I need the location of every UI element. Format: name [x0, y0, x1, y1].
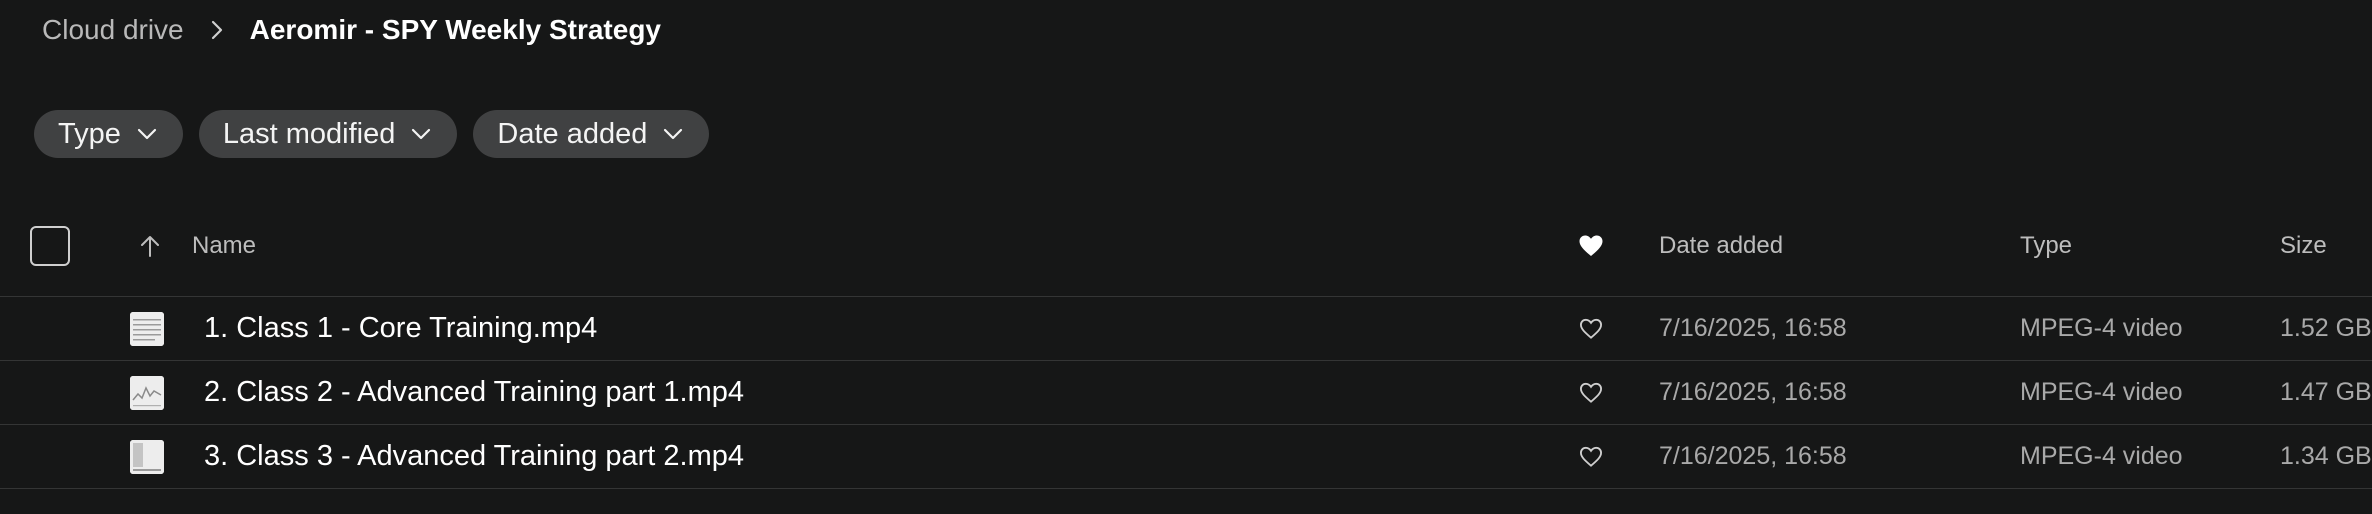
file-size: 1.34 GB: [2280, 442, 2372, 470]
file-type: MPEG-4 video: [2020, 378, 2183, 406]
select-all-checkbox[interactable]: [30, 226, 70, 266]
file-date-added: 7/16/2025, 16:58: [1659, 442, 1847, 470]
heart-filled-icon[interactable]: [1578, 196, 1604, 296]
file-thumbnail: [130, 361, 164, 424]
heart-outline-icon[interactable]: [1579, 425, 1603, 488]
file-thumbnail: [130, 425, 164, 488]
file-type: MPEG-4 video: [2020, 442, 2183, 470]
breadcrumb: Cloud drive Aeromir - SPY Weekly Strateg…: [42, 8, 661, 52]
file-thumbnail: [130, 297, 164, 360]
chevron-down-icon: [663, 128, 683, 140]
heart-outline-icon[interactable]: [1579, 297, 1603, 360]
breadcrumb-current-folder: Aeromir - SPY Weekly Strategy: [249, 14, 661, 45]
chevron-right-icon: [206, 19, 228, 41]
filter-date-added-button[interactable]: Date added: [473, 110, 710, 158]
file-name[interactable]: 2. Class 2 - Advanced Training part 1.mp…: [204, 361, 744, 424]
chevron-down-icon: [411, 128, 431, 140]
file-date-added: 7/16/2025, 16:58: [1659, 378, 1847, 406]
table-row[interactable]: 3. Class 3 - Advanced Training part 2.mp…: [0, 425, 2372, 489]
cloud-drive-page: Cloud drive Aeromir - SPY Weekly Strateg…: [0, 0, 2372, 514]
column-header-size[interactable]: Size: [2280, 196, 2327, 296]
video-thumbnail-icon: [130, 375, 164, 410]
file-size: 1.47 GB: [2280, 378, 2372, 406]
column-header-name[interactable]: Name: [192, 196, 256, 296]
video-thumbnail-icon: [130, 439, 164, 474]
video-thumbnail-icon: [130, 311, 164, 346]
select-all-cell: [30, 196, 70, 296]
arrow-up-icon[interactable]: [139, 196, 161, 296]
breadcrumb-cloud-drive[interactable]: Cloud drive: [42, 14, 184, 46]
file-name[interactable]: 1. Class 1 - Core Training.mp4: [204, 297, 597, 360]
table-header: Name Date added Type Size: [0, 196, 2372, 297]
filter-last-modified-button[interactable]: Last modified: [198, 110, 458, 158]
file-date-added: 7/16/2025, 16:58: [1659, 314, 1847, 342]
file-table: Name Date added Type Size 1. Class 1 - C…: [0, 196, 2372, 489]
table-row[interactable]: 2. Class 2 - Advanced Training part 1.mp…: [0, 361, 2372, 425]
file-name[interactable]: 3. Class 3 - Advanced Training part 2.mp…: [204, 425, 744, 488]
filter-type-button[interactable]: Type: [34, 110, 183, 158]
filter-bar: Type Last modified Date added: [34, 110, 710, 158]
file-size: 1.52 GB: [2280, 314, 2372, 342]
filter-date-added-label: Date added: [497, 117, 648, 150]
file-type: MPEG-4 video: [2020, 314, 2183, 342]
chevron-down-icon: [137, 128, 157, 140]
filter-type-label: Type: [58, 117, 121, 150]
heart-outline-icon[interactable]: [1579, 361, 1603, 424]
filter-last-modified-label: Last modified: [222, 117, 396, 150]
column-header-date-added[interactable]: Date added: [1659, 196, 1783, 296]
table-row[interactable]: 1. Class 1 - Core Training.mp4 7/16/2025…: [0, 297, 2372, 361]
column-header-type[interactable]: Type: [2020, 196, 2072, 296]
